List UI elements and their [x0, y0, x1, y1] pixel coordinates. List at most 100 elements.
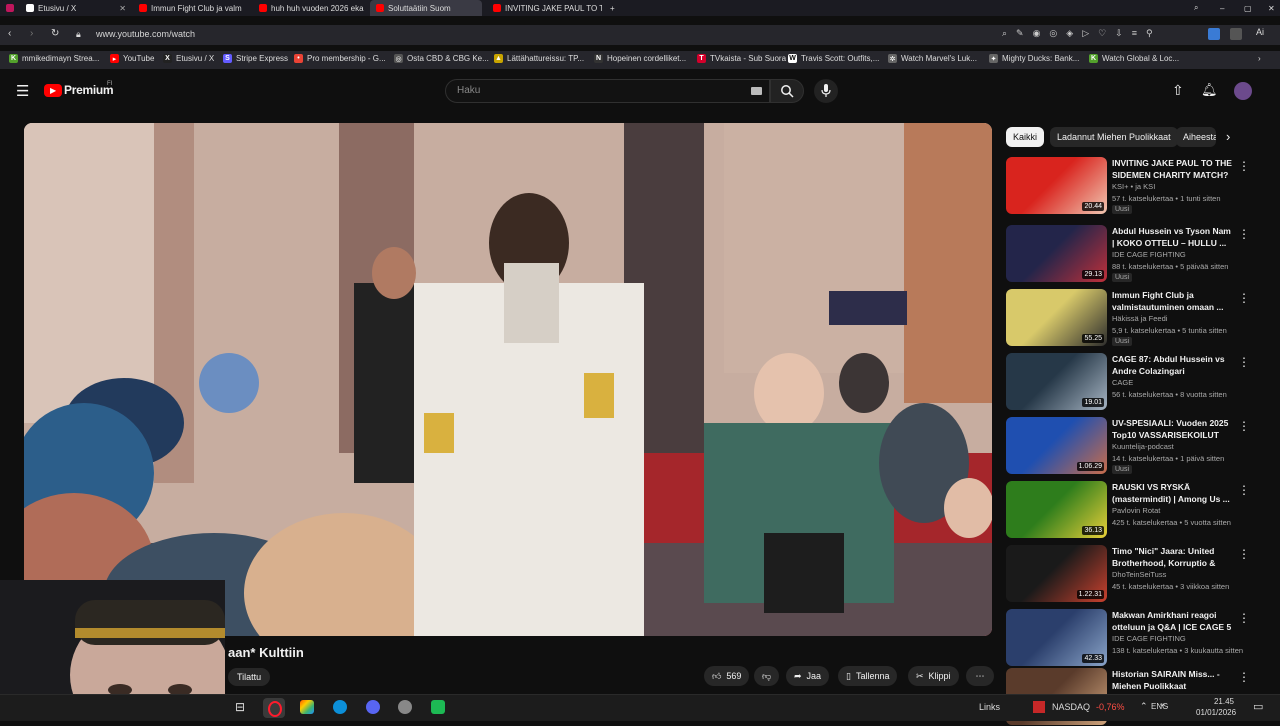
recommendation-channel[interactable]: IDE CAGE FIGHTING	[1112, 250, 1186, 259]
more-options-icon[interactable]: ⋮	[1238, 291, 1250, 305]
video-player[interactable]	[24, 123, 992, 636]
minimize-button[interactable]: –	[1214, 0, 1230, 16]
extension-icon[interactable]	[1208, 28, 1220, 40]
recommendation-channel[interactable]: IDE CAGE FIGHTING	[1112, 634, 1186, 643]
extension-icons[interactable]: ⌕✎◉◎◈▷♡⇩≡⚲	[1002, 28, 1162, 39]
recommendation-item[interactable]: 42.33 Makwan Amirkhani reagoi otteluun ja…	[1006, 609, 1266, 667]
video-thumbnail[interactable]: 42.33	[1006, 609, 1107, 666]
browser-logo-icon[interactable]	[0, 0, 18, 16]
menu-icon[interactable]: ☰	[16, 82, 29, 100]
bookmark-item[interactable]: • Pro membership - G...	[294, 54, 386, 63]
chips-next-icon[interactable]: ›	[1226, 129, 1230, 144]
video-thumbnail[interactable]: 20.44	[1006, 157, 1107, 214]
chip-uploader[interactable]: Ladannut Miehen Puolikkaat	[1050, 127, 1178, 147]
tab-1[interactable]: Immun Fight Club ja valm	[133, 0, 251, 16]
recommendation-item[interactable]: 1.06.29 UV-SPESIAALI: Vuoden 2025 Top10 V…	[1006, 417, 1266, 475]
video-thumbnail[interactable]: 29.13	[1006, 225, 1107, 282]
bookmark-item[interactable]: N Hopeinen cordelliket...	[594, 54, 686, 63]
maximize-button[interactable]: ▢	[1238, 0, 1254, 16]
discord-icon[interactable]	[366, 700, 380, 714]
upload-icon[interactable]: ⇧	[1172, 82, 1184, 99]
dislike-button[interactable]: 👎︎	[754, 666, 780, 686]
tab-0[interactable]: Etusivu / X ✕	[20, 0, 132, 16]
recommendation-item[interactable]: 19.01 CAGE 87: Abdul Hussein vs Andre Col…	[1006, 353, 1266, 411]
app-icon[interactable]	[300, 700, 314, 714]
bookmark-item[interactable]: X Etusivu / X	[163, 54, 214, 63]
youtube-logo-icon[interactable]: ▶	[44, 84, 62, 97]
recommendation-item[interactable]: 20.44 INVITING JAKE PAUL TO THE SIDEMEN C…	[1006, 157, 1266, 215]
bookmarks-overflow-icon[interactable]: ›	[1258, 54, 1261, 63]
more-options-icon[interactable]: ⋮	[1238, 159, 1250, 173]
back-icon[interactable]: ‹	[8, 28, 11, 39]
tab-4[interactable]: INVITING JAKE PAUL TO T	[487, 0, 602, 16]
recommendation-title[interactable]: UV-SPESIAALI: Vuoden 2025 Top10 VASSARIS…	[1112, 417, 1232, 441]
bookmark-item[interactable]: T TVkaista - Sub Suora	[697, 54, 786, 63]
more-options-icon[interactable]: ⋮	[1238, 355, 1250, 369]
more-options-icon[interactable]: ⋮	[1238, 483, 1250, 497]
recommendation-title[interactable]: Timo "Nici" Jaara: United Brotherhood, K…	[1112, 545, 1232, 569]
forward-icon[interactable]: ›	[30, 28, 33, 39]
task-view-icon[interactable]: ⊟	[235, 700, 245, 714]
bookmark-item[interactable]: S Stripe Express	[223, 54, 288, 63]
recommendation-channel[interactable]: CAGE	[1112, 378, 1133, 387]
recommendation-title[interactable]: Abdul Hussein vs Tyson Nam | KOKO OTTELU…	[1112, 225, 1232, 249]
avatar[interactable]	[1234, 82, 1252, 100]
more-actions-button[interactable]: ⋯	[966, 666, 994, 686]
bookmark-item[interactable]: ▲ Lättähattureissu: TP...	[494, 54, 584, 63]
share-button[interactable]: ➦ Jaa	[786, 666, 830, 686]
video-thumbnail[interactable]: 19.01	[1006, 353, 1107, 410]
tray-chevron-icon[interactable]: ⌃	[1140, 701, 1148, 712]
bookmark-item[interactable]: ✲ Watch Marvel's Luk...	[888, 54, 977, 63]
video-thumbnail[interactable]: 55.25	[1006, 289, 1107, 346]
more-options-icon[interactable]: ⋮	[1238, 419, 1250, 433]
recommendation-title[interactable]: CAGE 87: Abdul Hussein vs Andre Colazing…	[1112, 353, 1232, 377]
ticker-name[interactable]: NASDAQ	[1052, 702, 1090, 712]
reload-icon[interactable]: ↻	[51, 28, 59, 39]
chip-all[interactable]: Kaikki	[1006, 127, 1045, 147]
bookmark-item[interactable]: ◎ Osta CBD & CBG Ke...	[394, 54, 489, 63]
url-field[interactable]: www.youtube.com/watch	[96, 29, 195, 39]
clock-date[interactable]: 01/01/2026	[1196, 708, 1236, 717]
close-window-button[interactable]: ✕	[1262, 0, 1278, 16]
recommendation-title[interactable]: INVITING JAKE PAUL TO THE SIDEMEN CHARIT…	[1112, 157, 1232, 181]
more-options-icon[interactable]: ⋮	[1238, 611, 1250, 625]
recommendation-item[interactable]: 36.13 RAUSKI VS RYSKÄ (mastermindit) | Am…	[1006, 481, 1266, 539]
recommendation-item[interactable]: 29.13 Abdul Hussein vs Tyson Nam | KOKO O…	[1006, 225, 1266, 283]
ai-icon[interactable]: Ai	[1256, 27, 1264, 37]
chip-related[interactable]: Aiheesta	[1176, 127, 1216, 147]
bookmark-item[interactable]: W Travis Scott: Outfits,...	[788, 54, 879, 63]
clip-button[interactable]: ✂ Klippi	[908, 666, 959, 686]
recommendation-item[interactable]: 1.22.31 Timo "Nici" Jaara: United Brother…	[1006, 545, 1266, 603]
more-options-icon[interactable]: ⋮	[1238, 670, 1250, 684]
wallet-icon[interactable]	[1230, 28, 1242, 40]
recommendation-channel[interactable]: DhoTeinSeiTuss	[1112, 570, 1166, 579]
more-options-icon[interactable]: ⋮	[1238, 227, 1250, 241]
notification-center-icon[interactable]: ▭	[1253, 700, 1263, 713]
premium-logo[interactable]: Premium	[64, 83, 114, 97]
bookmark-item[interactable]: Kmmikedimayn Strea...	[9, 54, 99, 63]
app-green-icon[interactable]	[431, 700, 445, 714]
save-button[interactable]: ▯ Tallenna	[838, 666, 898, 686]
recommendation-title[interactable]: Immun Fight Club ja valmistautuminen oma…	[1112, 289, 1232, 313]
clock-time[interactable]: 21.45	[1204, 697, 1234, 706]
bookmark-item[interactable]: ▸ YouTube	[110, 54, 154, 63]
recommendation-channel[interactable]: KSI+ • ja KSI	[1112, 182, 1155, 191]
notifications-bell-icon[interactable]: 🔔︎	[1201, 82, 1218, 98]
video-thumbnail[interactable]: 1.06.29	[1006, 417, 1107, 474]
recommendation-title[interactable]: Makwan Amirkhani reagoi otteluun ja Q&A …	[1112, 609, 1232, 633]
steam-icon[interactable]	[398, 700, 412, 714]
recommendation-title[interactable]: RAUSKI VS RYSKÄ (mastermindit) | Among U…	[1112, 481, 1232, 505]
bookmark-item[interactable]: K Watch Global & Loc...	[1089, 54, 1179, 63]
recommendation-title[interactable]: Historian SAIRAIN Miss... - Miehen Puoli…	[1112, 668, 1232, 692]
search-button[interactable]	[770, 79, 804, 103]
recommendation-channel[interactable]: Häkissä ja Feedi	[1112, 314, 1167, 323]
network-icon[interactable]: ⌁	[1160, 700, 1166, 711]
new-tab-button[interactable]: +	[604, 0, 620, 16]
voice-search-button[interactable]	[814, 79, 838, 103]
recommendation-item[interactable]: 55.25 Immun Fight Club ja valmistautumine…	[1006, 289, 1266, 347]
video-thumbnail[interactable]: 1.22.31	[1006, 545, 1107, 602]
close-icon[interactable]: ✕	[119, 4, 126, 13]
keyboard-icon[interactable]	[751, 87, 762, 95]
video-thumbnail[interactable]: 36.13	[1006, 481, 1107, 538]
like-button[interactable]: 👍︎ 569	[704, 666, 750, 686]
